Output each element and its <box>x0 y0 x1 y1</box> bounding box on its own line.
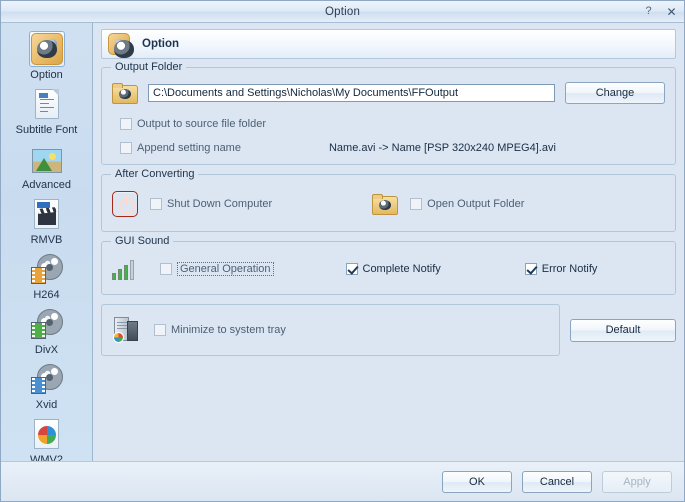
after-converting-group: After Converting Shut Down Computer Open… <box>101 168 676 232</box>
sidebar-item-h264[interactable]: H264 <box>4 248 90 303</box>
sidebar-item-rmvb[interactable]: RMVB <box>4 193 90 248</box>
sidebar-item-label: Option <box>30 69 63 81</box>
checkbox-box <box>154 324 166 336</box>
checkbox-box <box>120 118 132 130</box>
checkbox-box <box>524 263 537 275</box>
checkbox-box <box>120 142 132 154</box>
checkbox-label: Open Output Folder <box>427 198 525 210</box>
power-icon <box>112 191 138 217</box>
sidebar-item-label: H264 <box>33 289 60 301</box>
page-header: Option <box>101 29 676 59</box>
group-legend: After Converting <box>111 168 199 180</box>
checkbox-label: Output to source file folder <box>137 118 267 130</box>
minimize-to-tray-checkbox[interactable]: Minimize to system tray <box>154 324 286 336</box>
subtitle-font-icon <box>29 86 65 122</box>
window-title: Option <box>324 5 361 18</box>
option-icon <box>28 31 65 67</box>
output-folder-group: Output Folder Change Output to source fi… <box>101 61 676 165</box>
page-title: Option <box>142 38 180 50</box>
general-operation-checkbox[interactable]: General Operation <box>160 262 274 276</box>
dialog-body: Option Subtitle Font Advanced RMVB H264 … <box>1 23 684 466</box>
checkbox-box <box>160 263 172 275</box>
sidebar-item-label: Xvid <box>35 399 58 411</box>
title-bar-buttons: ? ✕ <box>642 1 678 22</box>
sidebar-item-advanced[interactable]: Advanced <box>4 138 90 193</box>
xvid-icon <box>29 361 65 397</box>
checkbox-box <box>345 263 358 275</box>
sidebar-item-subtitle-font[interactable]: Subtitle Font <box>4 83 90 138</box>
checkbox-label: Append setting name <box>137 142 241 154</box>
default-button[interactable]: Default <box>570 318 676 342</box>
rmvb-icon <box>29 196 65 232</box>
folder-icon <box>112 82 138 104</box>
computer-icon <box>112 317 140 343</box>
checkbox-label: Complete Notify <box>362 263 441 275</box>
checkbox-label: Shut Down Computer <box>167 198 273 210</box>
option-icon <box>108 33 134 58</box>
h264-icon <box>29 251 65 287</box>
apply-button: Apply <box>602 470 672 493</box>
tray-area: Minimize to system tray Default <box>101 304 676 356</box>
sidebar-item-label: DivX <box>34 344 59 356</box>
sidebar-item-wmv2[interactable]: WMV2 <box>4 413 90 468</box>
content-pane: Option Output Folder Change Output to so… <box>93 23 684 461</box>
sidebar: Option Subtitle Font Advanced RMVB H264 … <box>1 23 93 466</box>
shutdown-computer-checkbox[interactable]: Shut Down Computer <box>150 198 272 210</box>
gui-sound-group: GUI Sound General Operation Complete Not… <box>101 235 676 295</box>
append-setting-name-checkbox[interactable]: Append setting name <box>120 142 241 154</box>
tray-panel: Minimize to system tray <box>101 304 560 356</box>
sidebar-item-label: Subtitle Font <box>15 124 78 136</box>
error-notify-checkbox[interactable]: Error Notify <box>524 263 598 275</box>
option-dialog: Option ? ✕ Option Subtitle Font Advanced… <box>0 0 685 502</box>
checkbox-label: Error Notify <box>541 263 598 275</box>
checkbox-box <box>150 198 162 210</box>
sound-bars-icon <box>112 258 138 280</box>
divx-icon <box>29 306 65 342</box>
close-icon[interactable]: ✕ <box>665 5 678 19</box>
checkbox-box <box>410 198 423 210</box>
group-legend: Output Folder <box>111 61 187 73</box>
sidebar-item-xvid[interactable]: Xvid <box>4 358 90 413</box>
complete-notify-checkbox[interactable]: Complete Notify <box>345 263 441 275</box>
change-button[interactable]: Change <box>565 82 665 104</box>
output-path-input[interactable] <box>148 84 555 102</box>
dialog-footer: OK Cancel Apply <box>1 461 684 501</box>
group-legend: GUI Sound <box>111 235 174 247</box>
checkbox-label: Minimize to system tray <box>171 324 286 336</box>
ok-button[interactable]: OK <box>442 470 512 493</box>
sidebar-item-option[interactable]: Option <box>4 28 90 83</box>
sidebar-item-divx[interactable]: DivX <box>4 303 90 358</box>
append-example-text: Name.avi -> Name [PSP 320x240 MPEG4].avi <box>328 142 556 154</box>
sidebar-item-label: Advanced <box>22 179 71 191</box>
output-to-source-checkbox[interactable]: Output to source file folder <box>120 118 266 130</box>
checkbox-label: General Operation <box>177 262 274 276</box>
wmv2-icon <box>29 416 65 452</box>
cancel-button[interactable]: Cancel <box>522 470 592 493</box>
open-output-folder-checkbox[interactable]: Open Output Folder <box>410 198 524 210</box>
title-bar: Option ? ✕ <box>1 1 684 23</box>
help-icon[interactable]: ? <box>642 5 655 19</box>
sidebar-item-label: RMVB <box>30 234 63 246</box>
folder-icon <box>372 193 399 215</box>
advanced-icon <box>29 141 65 177</box>
